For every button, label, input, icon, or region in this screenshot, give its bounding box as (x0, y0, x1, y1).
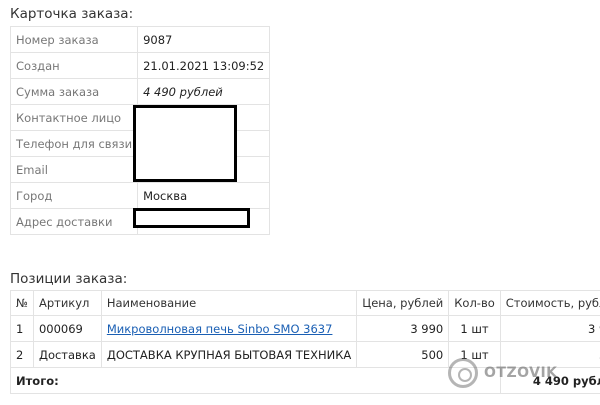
cell-qty: 1 шт (448, 315, 501, 342)
row-created: Создан 21.01.2021 13:09:52 (9, 52, 271, 79)
cell-number: 2 (10, 341, 34, 368)
label: Город (9, 182, 139, 209)
cell-name: Микроволновая печь Sinbo SMO 3637 (100, 315, 358, 342)
col-cost: Стоимость, рублей (499, 290, 600, 316)
cell-name: ДОСТАВКА КРУПНАЯ БЫТОВАЯ ТЕХНИКА (100, 341, 358, 368)
value: Москва (137, 182, 271, 209)
cell-cost: 3 990 (499, 315, 600, 342)
total-label: Итого: (10, 367, 501, 394)
col-qty: Кол-во (448, 290, 501, 316)
header-row: № Артикул Наименование Цена, рублей Кол-… (10, 290, 600, 316)
value: 21.01.2021 13:09:52 (137, 52, 271, 79)
watermark-text: OTZOVIK (484, 365, 558, 381)
watermark: OTZOVIK (448, 358, 558, 388)
product-link[interactable]: Микроволновая печь Sinbo SMO 3637 (107, 322, 333, 336)
row-city: Город Москва (9, 182, 271, 209)
value: 9087 (137, 26, 271, 53)
col-price: Цена, рублей (356, 290, 450, 316)
order-card-title: Карточка заказа: (10, 6, 134, 22)
col-name: Наименование (100, 290, 358, 316)
label: Email (9, 156, 139, 183)
table-row: 1 000069 Микроволновая печь Sinbo SMO 36… (10, 315, 600, 342)
value: 4 490 рублей (137, 78, 271, 105)
row-order-number: Номер заказа 9087 (9, 26, 271, 53)
label: Адрес доставки (9, 208, 139, 235)
label: Контактное лицо (9, 104, 139, 131)
label: Номер заказа (9, 26, 139, 53)
cell-sku: 000069 (32, 315, 102, 342)
cell-price: 3 990 (356, 315, 450, 342)
redaction-bar (133, 208, 250, 228)
label: Создан (9, 52, 139, 79)
col-sku: Артикул (32, 290, 102, 316)
otzovik-logo-icon (448, 358, 478, 388)
cell-number: 1 (10, 315, 34, 342)
cell-sku: Доставка (32, 341, 102, 368)
order-items-title: Позиции заказа: (10, 271, 128, 287)
cell-price: 500 (356, 341, 450, 368)
label: Телефон для связи (9, 130, 139, 157)
redaction-box (133, 105, 237, 182)
row-order-sum: Сумма заказа 4 490 рублей (9, 78, 271, 105)
label: Сумма заказа (9, 78, 139, 105)
col-number: № (10, 290, 34, 316)
